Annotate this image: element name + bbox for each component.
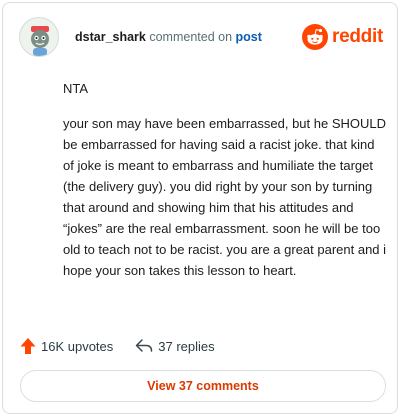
- upvote-arrow-icon: [20, 338, 36, 354]
- comment-actions: 16K upvotes 37 replies: [20, 336, 215, 356]
- avatar-icon[interactable]: [19, 17, 59, 57]
- reddit-logo[interactable]: reddit: [302, 24, 383, 50]
- upvote-button[interactable]: 16K upvotes: [20, 337, 113, 355]
- username-link[interactable]: dstar_shark: [75, 30, 146, 44]
- comment-card: dstar_shark commented on post reddit NTA: [2, 2, 398, 414]
- post-link[interactable]: post: [236, 30, 262, 44]
- comment-body: your son may have been embarrassed, but …: [63, 116, 387, 278]
- comment-header: dstar_shark commented on post reddit: [19, 17, 383, 57]
- reddit-logo-icon: [302, 24, 329, 50]
- upvote-count: 16K upvotes: [41, 338, 114, 354]
- replies-count: 37 replies: [158, 338, 215, 354]
- reddit-wordmark: reddit: [332, 26, 383, 47]
- replies-button[interactable]: 37 replies: [135, 338, 215, 354]
- action-text: commented on: [149, 30, 233, 44]
- view-comments-button[interactable]: View 37 comments: [20, 370, 386, 402]
- byline: dstar_shark commented on post: [75, 30, 262, 44]
- comment-first-line: NTA: [63, 81, 89, 96]
- reply-arrow-icon: [136, 339, 153, 352]
